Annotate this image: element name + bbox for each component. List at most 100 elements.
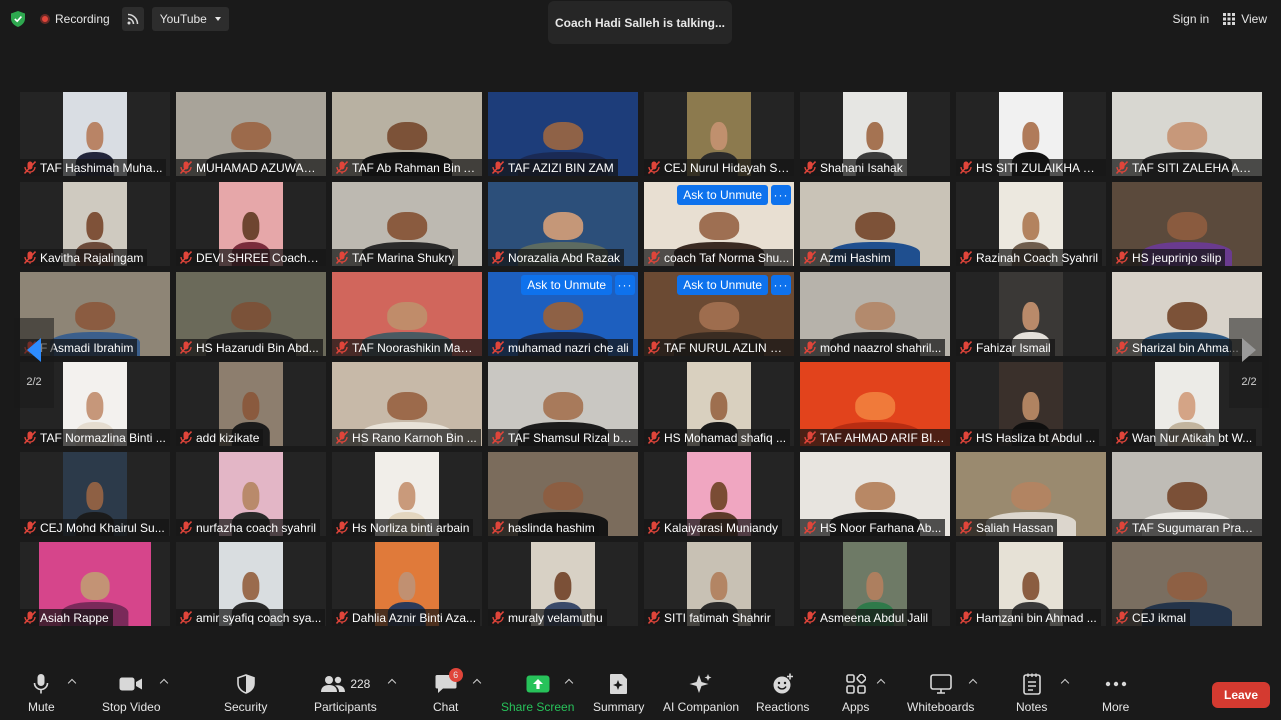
tile-more-options-button[interactable]: ··· <box>771 185 791 205</box>
previous-page-button[interactable]: 2/2 <box>14 318 54 408</box>
participant-tile[interactable]: CEJ ikmal <box>1112 542 1262 626</box>
muted-microphone-icon <box>1115 251 1129 265</box>
more-button[interactable]: More <box>1102 672 1129 714</box>
stop-video-button[interactable]: Stop Video <box>102 672 161 714</box>
chat-options-chevron-icon[interactable] <box>472 676 482 686</box>
participant-tile[interactable]: add kizikate <box>176 362 326 446</box>
encryption-shield-icon[interactable] <box>8 9 28 29</box>
participant-tile[interactable]: HS jeuprinjo silip <box>1112 182 1262 266</box>
reactions-button[interactable]: Reactions <box>756 672 809 714</box>
participant-tile[interactable]: HS SITI ZULAIKHA MA... <box>956 92 1106 176</box>
participant-name: Kavitha Rajalingam <box>40 250 144 265</box>
participant-name-bar: muhamad nazri che ali <box>488 339 633 356</box>
participant-tile[interactable]: Norazalia Abd Razak <box>488 182 638 266</box>
participant-tile[interactable]: TAF Shamsul Rizal bin... <box>488 362 638 446</box>
participant-tile[interactable]: MUHAMAD AZUWAN... <box>176 92 326 176</box>
participant-tile[interactable]: Shahani Isahak <box>800 92 950 176</box>
participant-tile[interactable]: mohd naazrol shahril... <box>800 272 950 356</box>
summary-button[interactable]: Summary <box>593 672 644 714</box>
chevron-down-icon <box>214 17 221 21</box>
security-button[interactable]: Security <box>224 672 267 714</box>
live-stream-icon[interactable] <box>121 7 144 31</box>
participant-tile[interactable]: Ask to Unmute ··· muhamad nazri che ali <box>488 272 638 356</box>
participant-tile[interactable]: muraly velamuthu <box>488 542 638 626</box>
participant-name: TAF Noorashikin Mazl... <box>352 340 478 355</box>
participant-tile[interactable]: TAF Hashimah Muha... <box>20 92 170 176</box>
video-options-chevron-icon[interactable] <box>159 676 169 686</box>
muted-microphone-icon <box>335 161 349 175</box>
recording-indicator[interactable]: Recording <box>36 12 114 26</box>
participant-tile[interactable]: Kalaiyarasi Muniandy <box>644 452 794 536</box>
sign-in-button[interactable]: Sign in <box>1167 8 1216 30</box>
tile-more-options-button[interactable]: ··· <box>615 275 635 295</box>
participant-tile[interactable]: Asmeena Abdul Jalil <box>800 542 950 626</box>
share-options-chevron-icon[interactable] <box>564 676 574 686</box>
participant-tile[interactable]: Hs Norliza binti arbain <box>332 452 482 536</box>
muted-microphone-icon <box>647 161 661 175</box>
more-label: More <box>1102 700 1130 714</box>
participant-name: CEJ Mohd Khairul Su... <box>40 520 165 535</box>
participant-tile[interactable]: Saliah Hassan <box>956 452 1106 536</box>
mute-button[interactable]: Mute <box>28 672 55 714</box>
apps-options-chevron-icon[interactable] <box>876 676 886 686</box>
leave-label: Leave <box>1223 688 1259 702</box>
participant-tile[interactable]: HS Hasliza bt Abdul ... <box>956 362 1106 446</box>
participant-tile[interactable]: Kavitha Rajalingam <box>20 182 170 266</box>
muted-microphone-icon <box>491 341 505 355</box>
participant-tile[interactable]: Azmi Hashim <box>800 182 950 266</box>
participant-name-bar: Kalaiyarasi Muniandy <box>644 519 783 536</box>
participants-options-chevron-icon[interactable] <box>387 676 397 686</box>
participant-tile[interactable]: Fahizar Ismail <box>956 272 1106 356</box>
participant-tile[interactable]: HS Mohamad shafiq ... <box>644 362 794 446</box>
participant-name-bar: HS jeuprinjo silip <box>1112 249 1226 266</box>
participant-tile[interactable]: TAF Marina Shukry <box>332 182 482 266</box>
apps-button[interactable]: Apps <box>842 672 869 714</box>
participant-tile[interactable]: haslinda hashim <box>488 452 638 536</box>
participant-tile[interactable]: Asiah Rappe <box>20 542 170 626</box>
notes-button[interactable]: Notes <box>1016 672 1047 714</box>
participant-tile[interactable]: HS Noor Farhana Ab... <box>800 452 950 536</box>
ask-to-unmute-button[interactable]: Ask to Unmute <box>677 275 768 295</box>
participant-tile[interactable]: Razinah Coach Syahril <box>956 182 1106 266</box>
participant-tile[interactable]: CEJ Nurul Hidayah Su... <box>644 92 794 176</box>
participant-tile[interactable]: Ask to Unmute ··· coach Taf Norma Shu... <box>644 182 794 266</box>
muted-microphone-icon <box>23 611 37 625</box>
view-button[interactable]: View <box>1223 8 1267 30</box>
participant-tile[interactable]: TAF AZIZI BIN ZAM <box>488 92 638 176</box>
chat-button[interactable]: 6 Chat <box>433 668 463 714</box>
participant-name-bar: HS Hazarudi Bin Abd... <box>176 339 323 356</box>
youtube-stream-dropdown[interactable]: YouTube <box>151 7 229 31</box>
participant-tile[interactable]: CEJ Mohd Khairul Su... <box>20 452 170 536</box>
next-page-button[interactable]: 2/2 <box>1229 318 1269 408</box>
participant-tile[interactable]: TAF Sugumaran Prakh... <box>1112 452 1262 536</box>
notes-options-chevron-icon[interactable] <box>1060 676 1070 686</box>
participant-tile[interactable]: TAF Noorashikin Mazl... <box>332 272 482 356</box>
participant-tile[interactable]: HS Hazarudi Bin Abd... <box>176 272 326 356</box>
participant-tile[interactable]: Hamzani bin Ahmad ... <box>956 542 1106 626</box>
participant-tile[interactable]: TAF Ab Rahman Bin A... <box>332 92 482 176</box>
participant-name: HS Rano Karnoh Bin ... <box>352 430 477 445</box>
muted-microphone-icon <box>335 521 349 535</box>
whiteboards-options-chevron-icon[interactable] <box>968 676 978 686</box>
audio-options-chevron-icon[interactable] <box>67 676 77 686</box>
participant-name: CEJ ikmal <box>1132 610 1187 625</box>
ask-to-unmute-button[interactable]: Ask to Unmute <box>677 185 768 205</box>
participant-tile[interactable]: TAF AHMAD ARIF BIN... <box>800 362 950 446</box>
participant-name: TAF AHMAD ARIF BIN... <box>820 430 946 445</box>
muted-microphone-icon <box>23 251 37 265</box>
ask-to-unmute-button[interactable]: Ask to Unmute <box>521 275 612 295</box>
participants-button[interactable]: 228 Participants <box>314 672 377 714</box>
tile-more-options-button[interactable]: ··· <box>771 275 791 295</box>
participant-tile[interactable]: nurfazha coach syahril <box>176 452 326 536</box>
participant-tile[interactable]: DEVI SHREE Coach S... <box>176 182 326 266</box>
participant-tile[interactable]: SITI fatimah Shahrir <box>644 542 794 626</box>
participant-tile[interactable]: HS Rano Karnoh Bin ... <box>332 362 482 446</box>
participant-tile[interactable]: Ask to Unmute ··· TAF NURUL AZLIN BT ... <box>644 272 794 356</box>
whiteboards-button[interactable]: Whiteboards <box>907 672 974 714</box>
leave-button[interactable]: Leave <box>1212 682 1270 708</box>
grid-view-icon <box>1223 13 1236 25</box>
participant-tile[interactable]: amir syafiq coach sya... <box>176 542 326 626</box>
participant-tile[interactable]: Dahlia Aznir Binti Aza... <box>332 542 482 626</box>
ai-companion-button[interactable]: AI Companion <box>663 672 739 714</box>
participant-tile[interactable]: TAF SITI ZALEHA ABD... <box>1112 92 1262 176</box>
